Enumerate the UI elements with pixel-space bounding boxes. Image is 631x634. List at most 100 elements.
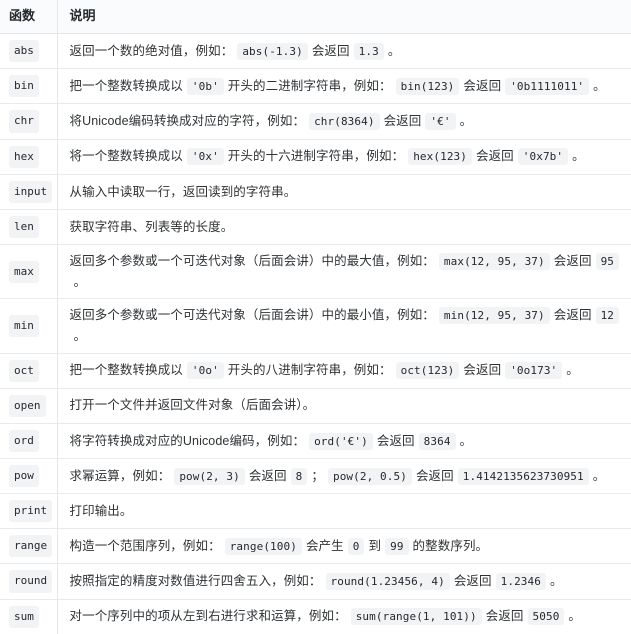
function-description-cell: 返回多个参数或一个可迭代对象（后面会讲）中的最小值，例如： min(12, 95,… [57, 298, 631, 354]
description-text: 会返回 [463, 363, 502, 378]
inline-code-snippet: '0b1111011' [505, 78, 590, 96]
function-name-cell: bin [0, 68, 58, 105]
table-row: bin 把一个整数转换成以 '0b' 开头的二进制字符串，例如： bin(123) 会返回… [0, 68, 631, 105]
function-name-cell: chr [0, 103, 58, 140]
function-name-code: chr [9, 110, 39, 133]
description-text: 。 [459, 114, 473, 129]
inline-code-snippet: round(1.23456, 4) [325, 573, 450, 591]
description-text: 把一个整数转换成以 [69, 363, 183, 378]
function-description-cell: 对一个序列中的项从左到右进行求和运算，例如： sum(range(1, 101))… [57, 599, 631, 634]
inline-code-snippet: '€' [425, 113, 456, 131]
function-name-cell: min [0, 298, 58, 354]
description-text: 将Unicode编码转换成对应的字符，例如： [69, 114, 306, 129]
inline-code-snippet: 1.4142135623730951 [457, 467, 589, 485]
description-text: 返回多个参数或一个可迭代对象（后面会讲）中的最小值，例如： [69, 308, 435, 323]
function-name-cell: round [0, 563, 58, 600]
inline-code-snippet: 12 [595, 307, 620, 325]
description-text: 返回一个数的绝对值，例如： [69, 43, 234, 58]
function-name-cell: pow [0, 458, 58, 495]
description-text: 会返回 [485, 609, 524, 624]
description-text: 返回多个参数或一个可迭代对象（后面会讲）中的最大值，例如： [69, 254, 435, 269]
description-text: 打印输出。 [69, 503, 133, 518]
table-row: range 构造一个范围序列，例如： range(100) 会产生 0 到 99 的整数序列。 [0, 528, 631, 565]
inline-code-snippet: chr(8364) [309, 113, 380, 131]
function-name-cell: abs [0, 33, 58, 70]
description-text: 会返回 [553, 254, 592, 269]
description-text: 会返回 [383, 114, 422, 129]
inline-code-snippet: '0o173' [505, 362, 563, 380]
description-text: 。 [592, 468, 606, 483]
function-description-cell: 返回多个参数或一个可迭代对象（后面会讲）中的最大值，例如： max(12, 95,… [57, 244, 631, 300]
table-row: abs 返回一个数的绝对值，例如： abs(-1.3) 会返回 1.3。 [0, 33, 631, 70]
function-name-code: oct [9, 359, 39, 382]
description-text: 的整数序列。 [412, 538, 489, 553]
table-row: open 打开一个文件并返回文件对象（后面会讲）。 [0, 388, 631, 424]
description-text: 到 [368, 538, 382, 553]
description-text: 按照指定的精度对数值进行四舍五入，例如： [69, 574, 322, 589]
description-text: 开头的十六进制字符串，例如： [227, 149, 405, 164]
description-text: 。 [73, 274, 87, 289]
inline-code-snippet: abs(-1.3) [237, 42, 308, 60]
table-row: chr 将Unicode编码转换成对应的字符，例如： chr(8364) 会返回 '€'… [0, 103, 631, 140]
function-description-cell: 获取字符串、列表等的长度。 [57, 209, 631, 246]
table-row: pow 求幂运算，例如： pow(2, 3) 会返回 8； pow(2, 0.5) 会返回 1… [0, 458, 631, 495]
inline-code-snippet: range(100) [224, 537, 302, 555]
table-row: sum 对一个序列中的项从左到右进行求和运算，例如： sum(range(1, 10… [0, 599, 631, 634]
inline-code-snippet: min(12, 95, 37) [438, 307, 550, 325]
inline-code-snippet: 1.3 [353, 42, 384, 60]
inline-code-snippet: '0b' [186, 78, 224, 96]
description-text: 会返回 [553, 308, 592, 323]
function-name-cell: input [0, 174, 58, 210]
description-text: 把一个整数转换成以 [69, 79, 183, 94]
description-text: 。 [387, 43, 401, 58]
inline-code-snippet: sum(range(1, 101)) [350, 608, 482, 626]
inline-code-snippet: '0x7b' [517, 148, 569, 166]
inline-code-snippet: '0x' [186, 148, 224, 166]
inline-code-snippet: 0 [347, 537, 365, 555]
function-name-code: len [9, 215, 39, 239]
function-description-cell: 把一个整数转换成以 '0b' 开头的二进制字符串，例如： bin(123) 会返回 '0b… [57, 68, 631, 105]
function-description-cell: 把一个整数转换成以 '0o' 开头的八进制字符串，例如： oct(123) 会返回 '0o… [57, 353, 631, 389]
inline-code-snippet: max(12, 95, 37) [438, 253, 550, 271]
table-row: min 返回多个参数或一个可迭代对象（后面会讲）中的最小值，例如： min(12, … [0, 298, 631, 354]
description-text: 会返回 [415, 468, 454, 483]
function-name-code: min [9, 314, 39, 337]
description-text: 。 [572, 149, 585, 164]
inline-code-snippet: 8 [290, 467, 308, 485]
inline-code-snippet: 1.2346 [495, 573, 546, 591]
function-description-cell: 按照指定的精度对数值进行四舍五入，例如： round(1.23456, 4) 会返回… [57, 563, 631, 600]
description-text: 。 [459, 433, 473, 448]
description-text: 。 [549, 574, 563, 589]
function-description-cell: 将Unicode编码转换成对应的字符，例如： chr(8364) 会返回 '€'。 [57, 103, 631, 140]
inline-code-snippet: '0o' [186, 362, 224, 380]
function-description-cell: 将字符转换成对应的Unicode编码，例如： ord('€') 会返回 8364。 [57, 423, 631, 459]
inline-code-snippet: 99 [385, 537, 409, 555]
function-name-cell: oct [0, 353, 58, 389]
description-text: 从输入中读取一行，返回读到的字符串。 [69, 184, 297, 199]
inline-code-snippet: ord('€') [309, 432, 373, 450]
function-name-cell: len [0, 209, 58, 246]
description-text: 会返回 [463, 79, 502, 94]
inline-code-snippet: oct(123) [395, 362, 460, 380]
function-name-code: hex [9, 145, 39, 168]
inline-code-snippet: 95 [595, 253, 620, 271]
function-name-code: abs [9, 40, 39, 63]
function-description-cell: 将一个整数转换成以 '0x' 开头的十六进制字符串，例如： hex(123) 会返回 '0… [57, 139, 631, 175]
function-description-cell: 打开一个文件并返回文件对象（后面会讲）。 [57, 388, 631, 424]
description-text: 会返回 [376, 433, 415, 448]
description-text: 。 [73, 328, 87, 343]
description-text: 对一个序列中的项从左到右进行求和运算，例如： [69, 609, 347, 624]
description-text: 获取字符串、列表等的长度。 [69, 219, 234, 234]
description-text: 会返回 [453, 574, 492, 589]
description-text: 。 [568, 609, 582, 624]
inline-code-snippet: hex(123) [408, 148, 472, 166]
function-name-cell: range [0, 528, 58, 565]
table-row: print 打印输出。 [0, 493, 631, 530]
function-name-code: pow [9, 464, 39, 488]
function-name-cell: print [0, 493, 58, 530]
description-text: 打开一个文件并返回文件对象（后面会讲）。 [69, 398, 316, 413]
inline-code-snippet: 5050 [527, 608, 565, 626]
description-text: 开头的二进制字符串，例如： [227, 79, 392, 94]
description-text: 会返回 [248, 468, 287, 483]
description-text: 求幂运算，例如： [69, 468, 171, 483]
